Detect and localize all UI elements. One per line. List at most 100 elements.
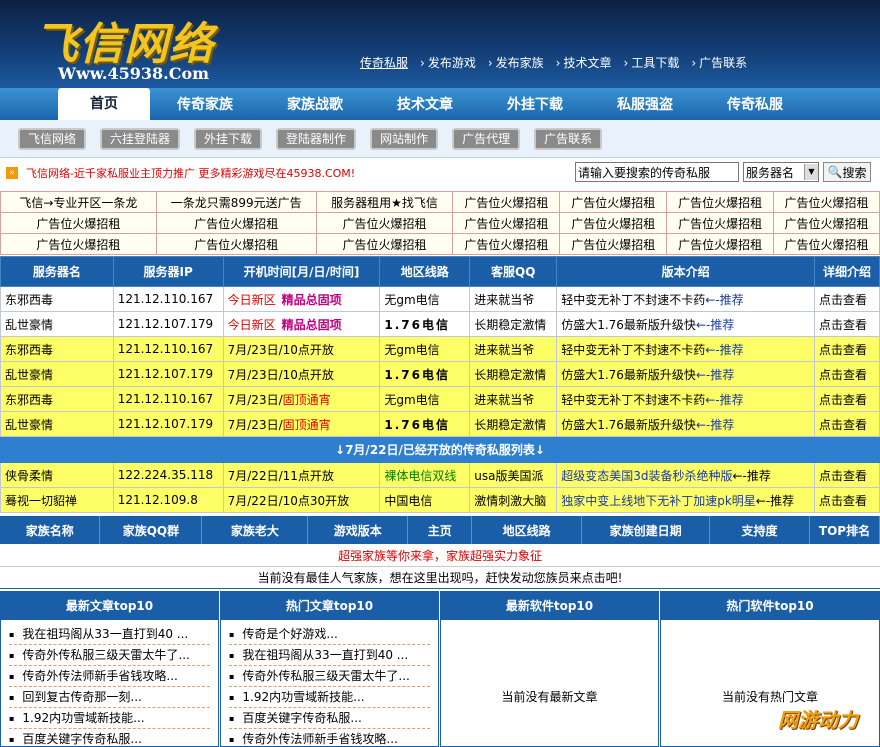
server-ip: 121.12.110.167 [112,386,224,412]
server-name[interactable]: 乱世豪情 [0,311,114,337]
server-intro[interactable]: 超级变态美国3d装备秒杀绝种版←-推荐 [556,462,816,488]
article-link[interactable]: 传奇外传私服三级天雷太牛了... [229,666,430,687]
open-list-divider: ↓7月/22日/已经开放的传奇私服列表↓ [0,436,880,463]
notice-text[interactable]: 飞信网络-近千家私服业主顶力推广 更多精彩游戏尽在45938.COM! [26,165,355,181]
article-link[interactable]: 回到复古传奇那一刻... [9,687,210,708]
view-detail-link[interactable]: 点击查看 [814,361,880,387]
ad-cell[interactable]: 广告位火爆招租 [315,212,454,234]
subnav-button-5[interactable]: 网站制作 [370,127,439,150]
article-link[interactable]: 百度关键字传奇私服... [229,708,430,729]
subnav-button-7[interactable]: 广告联系 [534,127,603,150]
server-line: 裸体电信双线 [379,462,471,488]
article-link[interactable]: 1.92内功雪域新技能... [229,687,430,708]
subnav-button-3[interactable]: 外挂下载 [194,127,263,150]
tab-family-war[interactable]: 家族战歌 [260,90,370,120]
top-link-5[interactable]: › 工具下载 [624,54,680,71]
ad-cell[interactable]: 广告位火爆招租 [155,233,317,255]
view-detail-link[interactable]: 点击查看 [814,286,880,312]
top-link-6[interactable]: › 广告联系 [691,54,747,71]
ad-cell[interactable]: 广告位火爆招租 [452,191,561,213]
server-name[interactable]: 乱世豪情 [0,411,114,437]
column-header: 服务器IP [112,256,224,287]
server-intro[interactable]: 仿盛大1.76最新版升级快←-推荐 [556,361,816,387]
view-detail-link[interactable]: 点击查看 [814,487,880,513]
server-name[interactable]: 乱世豪情 [0,361,114,387]
ad-cell[interactable]: 广告位火爆招租 [773,212,880,234]
ad-cell[interactable]: 广告位火爆招租 [666,212,775,234]
subnav-button-6[interactable]: 广告代理 [452,127,521,150]
intro-text: 仿盛大1.76最新版升级快 [561,317,696,332]
ad-cell[interactable]: 广告位火爆招租 [0,212,157,234]
site-logo[interactable]: 飞信网络 [34,8,214,72]
tab-plugin-download[interactable]: 外挂下载 [480,90,590,120]
article-link[interactable]: 传奇外传私服三级天雷太牛了... [9,645,210,666]
ad-cell[interactable]: 广告位火爆招租 [559,233,668,255]
subnav-button-2[interactable]: 六挂登陆器 [100,127,181,150]
ad-cell[interactable]: 广告位火爆招租 [773,191,880,213]
family-slogan[interactable]: 超强家族等你来拿，家族超强实力象征 [0,545,880,567]
tab-legend-private-server[interactable]: 传奇私服 [700,90,810,120]
ad-cell[interactable]: 广告位火爆招租 [559,212,668,234]
article-link[interactable]: 传奇外传法师新手省钱攻略... [229,729,430,747]
view-detail-link[interactable]: 点击查看 [814,311,880,337]
family-column-header: 家族创建日期 [581,516,711,544]
article-link[interactable]: 百度关键字传奇私服... [9,729,210,747]
search-input[interactable] [575,162,739,182]
ad-cell[interactable]: 广告位火爆招租 [773,233,880,255]
ad-cell[interactable]: 服务器租用★找飞信 [315,191,454,213]
server-name[interactable]: 东邪西毒 [0,386,114,412]
server-intro[interactable]: 轻中变无补丁不封速不卡药←-推荐 [556,286,816,312]
ad-cell[interactable]: 广告位火爆招租 [452,233,561,255]
search-type-select[interactable]: 服务器名 ▼ [743,162,819,182]
server-name[interactable]: 侠骨柔情 [0,462,114,488]
top-link-3[interactable]: › 发布家族 [488,54,544,71]
ad-cell[interactable]: 广告位火爆招租 [452,212,561,234]
view-detail-link[interactable]: 点击查看 [814,411,880,437]
ad-cell[interactable]: 广告位火爆招租 [666,233,775,255]
panel-title: 最新软件top10 [441,592,658,620]
tab-legend-family[interactable]: 传奇家族 [150,90,260,120]
ad-cell[interactable]: 飞信→专业开区一条龙 [0,191,157,213]
server-intro[interactable]: 轻中变无补丁不封速不卡药←-推荐 [556,336,816,362]
search-button[interactable]: 🔍 搜索 [823,162,871,182]
latest-articles-panel: 最新文章top10 我在祖玛阁从33一直打到40 ...传奇外传私服三级天雷太牛… [0,591,219,747]
ad-cell[interactable]: 广告位火爆招租 [0,233,157,255]
server-qq: 长期稳定激情 [469,311,558,337]
subnav-button-1[interactable]: 飞信网络 [18,127,87,150]
chevron-right-icon: › [623,56,629,70]
view-detail-link[interactable]: 点击查看 [814,336,880,362]
article-link[interactable]: 1.92内功雪域新技能... [9,708,210,729]
server-intro[interactable]: 仿盛大1.76最新版升级快←-推荐 [556,411,816,437]
tab-home[interactable]: 首页 [58,88,150,120]
server-name[interactable]: 蓦视一切貂禅 [0,487,114,513]
ad-cell[interactable]: 一条龙只需899元送广告 [155,191,317,213]
article-link[interactable]: 传奇是个好游戏... [229,624,430,645]
column-header: 版本介绍 [556,256,816,287]
server-intro[interactable]: 独家中变上线地下无补丁加速pk明星←-推荐 [556,487,816,513]
server-name[interactable]: 东邪西毒 [0,336,114,362]
column-header: 开机时间[月/日/时间] [222,256,381,287]
server-name[interactable]: 东邪西毒 [0,286,114,312]
ad-cell[interactable]: 广告位火爆招租 [666,191,775,213]
tab-tech-articles[interactable]: 技术文章 [370,90,480,120]
top-link-1[interactable]: 传奇私服 [360,54,408,71]
server-row: 乱世豪情 121.12.107.179 7月/23日/固顶通宵 1.76电信 长期稳定激… [0,411,880,437]
article-link[interactable]: 我在祖玛阁从33一直打到40 ... [229,645,430,666]
ad-cell[interactable]: 广告位火爆招租 [315,233,454,255]
family-column-header: 地区线路 [471,516,583,544]
view-detail-link[interactable]: 点击查看 [814,386,880,412]
article-link[interactable]: 传奇外传法师新手省钱攻略... [9,666,210,687]
ad-cell[interactable]: 广告位火爆招租 [155,212,317,234]
top-link-4[interactable]: › 技术文章 [556,54,612,71]
ad-cell[interactable]: 广告位火爆招租 [559,191,668,213]
article-link[interactable]: 我在祖玛阁从33一直打到40 ... [9,624,210,645]
time-label: 7月/23日/ [227,417,283,432]
time-highlight: 精品总固项 [281,292,342,307]
tab-private-server-robber[interactable]: 私服强盗 [590,90,700,120]
top-link-2[interactable]: › 发布游戏 [420,54,476,71]
server-intro[interactable]: 仿盛大1.76最新版升级快←-推荐 [556,311,816,337]
server-intro[interactable]: 轻中变无补丁不封速不卡药←-推荐 [556,386,816,412]
chevron-right-icon: › [420,56,425,70]
view-detail-link[interactable]: 点击查看 [814,462,880,488]
subnav-button-4[interactable]: 登陆器制作 [276,127,357,150]
